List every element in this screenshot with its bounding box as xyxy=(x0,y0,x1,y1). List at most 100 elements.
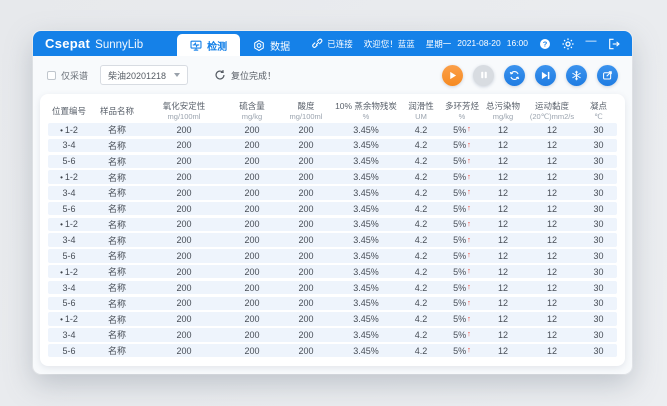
column-header: 润滑性UM xyxy=(400,101,442,120)
table-row[interactable]: 3-4名称2002002003.45%4.25%↑121230 xyxy=(48,233,617,246)
cell-oxidation: 200 xyxy=(144,172,224,182)
cell-lubricity: 4.2 xyxy=(400,188,442,198)
cell-pah: 5%↑ xyxy=(442,330,482,340)
column-header: 硫含量mg/kg xyxy=(224,101,280,120)
table-row[interactable]: 5-6名称2002002003.45%4.25%↑121230 xyxy=(48,344,617,357)
cell-sulfur: 200 xyxy=(224,219,280,229)
cell-freezing: 30 xyxy=(580,267,617,277)
cell-pos: •1-2 xyxy=(48,172,90,182)
time: 16:00 xyxy=(507,38,528,50)
start-button[interactable] xyxy=(442,65,463,86)
cell-residue: 3.45% xyxy=(332,204,400,214)
cell-lubricity: 4.2 xyxy=(400,283,442,293)
table-row[interactable]: 5-6名称2002002003.45%4.25%↑121230 xyxy=(48,155,617,168)
main-tabs: 检测 数据 xyxy=(177,31,303,56)
column-header: 酸度mg/100ml xyxy=(280,101,332,120)
over-limit-flag-icon: ↑ xyxy=(467,314,471,323)
method-select[interactable]: 柴油20201218 xyxy=(100,65,188,85)
cell-pah: 5%↑ xyxy=(442,298,482,308)
table-row[interactable]: 5-6名称2002002003.45%4.25%↑121230 xyxy=(48,202,617,215)
over-limit-flag-icon: ↑ xyxy=(467,140,471,149)
table-row[interactable]: 3-4名称2002002003.45%4.25%↑121230 xyxy=(48,139,617,152)
cell-viscosity: 12 xyxy=(524,298,580,308)
cell-pah: 5%↑ xyxy=(442,283,482,293)
table-row[interactable]: •1-2名称2002002003.45%4.25%↑121230 xyxy=(48,265,617,278)
cell-pah: 5%↑ xyxy=(442,251,482,261)
minimize-button[interactable]: — xyxy=(585,38,597,50)
cell-sulfur: 200 xyxy=(224,330,280,340)
sync-button[interactable] xyxy=(504,65,525,86)
cell-sulfur: 200 xyxy=(224,188,280,198)
cell-acidity: 200 xyxy=(280,251,332,261)
table-row[interactable]: 3-4名称2002002003.45%4.25%↑121230 xyxy=(48,186,617,199)
cell-pos: 3-4 xyxy=(48,140,90,150)
freeze-button[interactable] xyxy=(566,65,587,86)
cell-pah: 5%↑ xyxy=(442,172,482,182)
reset-icon[interactable] xyxy=(214,69,226,81)
over-limit-flag-icon: ↑ xyxy=(467,156,471,165)
cell-sulfur: 200 xyxy=(224,267,280,277)
exit-button[interactable] xyxy=(608,38,620,50)
cell-oxidation: 200 xyxy=(144,204,224,214)
table-row[interactable]: •1-2名称2002002003.45%4.25%↑121230 xyxy=(48,312,617,325)
over-limit-flag-icon: ↑ xyxy=(467,298,471,307)
column-header: 运动黏度(20℃)mm2/s xyxy=(524,101,580,120)
table-row[interactable]: 5-6名称2002002003.45%4.25%↑121230 xyxy=(48,249,617,262)
reset-status: 复位完成！ xyxy=(214,69,276,82)
cell-oxidation: 200 xyxy=(144,235,224,245)
table-header-row: 位置编号样品名称氧化安定性mg/100ml硫含量mg/kg酸度mg/100ml1… xyxy=(48,99,617,123)
cell-residue: 3.45% xyxy=(332,172,400,182)
cell-viscosity: 12 xyxy=(524,188,580,198)
spectrum-only-label: 仅采谱 xyxy=(61,69,88,82)
active-position-bullet: • xyxy=(60,220,63,229)
cell-sulfur: 200 xyxy=(224,314,280,324)
cell-pah: 5%↑ xyxy=(442,219,482,229)
over-limit-flag-icon: ↑ xyxy=(467,187,471,196)
titlebar: Csepat SunnyLib 检测 xyxy=(33,31,632,56)
table-row[interactable]: 3-4名称2002002003.45%4.25%↑121230 xyxy=(48,328,617,341)
cell-lubricity: 4.2 xyxy=(400,346,442,356)
app-logo: Csepat SunnyLib xyxy=(45,36,143,51)
cell-pah: 5%↑ xyxy=(442,204,482,214)
help-icon[interactable]: ? xyxy=(539,38,551,50)
table-row[interactable]: 3-4名称2002002003.45%4.25%↑121230 xyxy=(48,281,617,294)
over-limit-flag-icon: ↑ xyxy=(467,124,471,133)
cell-pos: 3-4 xyxy=(48,330,90,340)
toolbar: 仅采谱 柴油20201218 复位完成！ xyxy=(33,56,632,94)
cell-freezing: 30 xyxy=(580,251,617,261)
cell-pos: 5-6 xyxy=(48,204,90,214)
cell-pos: 5-6 xyxy=(48,346,90,356)
cell-contaminants: 12 xyxy=(482,125,524,135)
cell-oxidation: 200 xyxy=(144,330,224,340)
cell-name: 名称 xyxy=(90,155,144,168)
cell-contaminants: 12 xyxy=(482,251,524,261)
export-button[interactable] xyxy=(597,65,618,86)
cell-oxidation: 200 xyxy=(144,188,224,198)
cell-lubricity: 4.2 xyxy=(400,330,442,340)
cell-viscosity: 12 xyxy=(524,267,580,277)
cell-pos: 5-6 xyxy=(48,156,90,166)
tab-detect[interactable]: 检测 xyxy=(177,34,240,56)
pause-button[interactable] xyxy=(473,65,494,86)
settings-icon[interactable] xyxy=(562,38,574,50)
cell-oxidation: 200 xyxy=(144,125,224,135)
action-buttons xyxy=(442,65,618,86)
table-row[interactable]: •1-2名称2002002003.45%4.25%↑121230 xyxy=(48,170,617,183)
skip-button[interactable] xyxy=(535,65,556,86)
cell-contaminants: 12 xyxy=(482,283,524,293)
column-header: 氧化安定性mg/100ml xyxy=(144,101,224,120)
tab-data[interactable]: 数据 xyxy=(240,34,303,56)
cell-acidity: 200 xyxy=(280,156,332,166)
table-row[interactable]: •1-2名称2002002003.45%4.25%↑121230 xyxy=(48,218,617,231)
cell-freezing: 30 xyxy=(580,235,617,245)
cell-pah: 5%↑ xyxy=(442,125,482,135)
spectrum-only-checkbox[interactable] xyxy=(47,71,56,80)
over-limit-flag-icon: ↑ xyxy=(467,329,471,338)
datetime: 星期一 2021-08-20 16:00 xyxy=(426,38,528,50)
weekday: 星期一 xyxy=(426,38,452,50)
table-row[interactable]: 5-6名称2002002003.45%4.25%↑121230 xyxy=(48,297,617,310)
cell-oxidation: 200 xyxy=(144,156,224,166)
cell-viscosity: 12 xyxy=(524,204,580,214)
spectrum-only-checkbox-group[interactable]: 仅采谱 xyxy=(47,69,88,82)
table-row[interactable]: •1-2名称2002002003.45%4.25%↑121230 xyxy=(48,123,617,136)
